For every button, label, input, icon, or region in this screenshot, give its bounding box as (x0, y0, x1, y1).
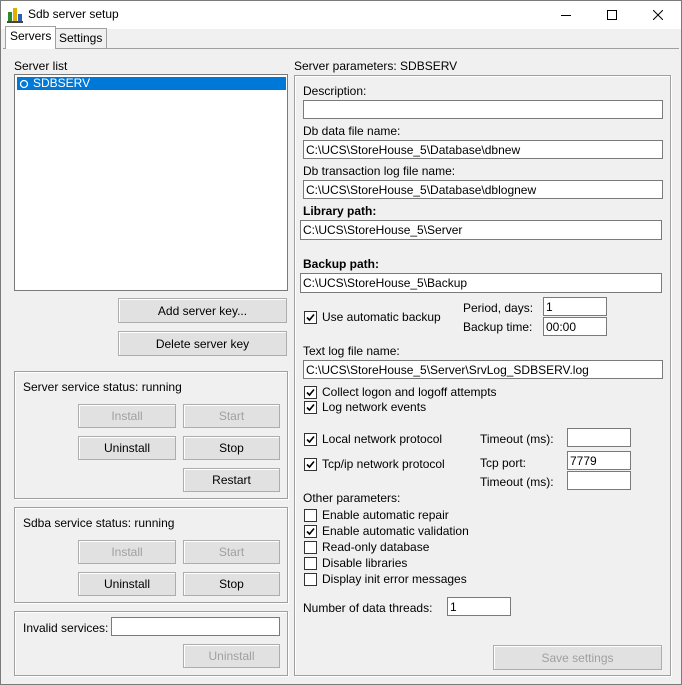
tcp-port-input[interactable] (567, 451, 631, 470)
text-log-file-label: Text log file name: (303, 344, 400, 358)
tcp-protocol-checkbox[interactable] (304, 458, 317, 471)
checkmark-icon (306, 527, 315, 536)
text-log-file-input[interactable] (303, 360, 663, 379)
checkmark-icon (306, 403, 315, 412)
collect-logon-checkbox[interactable] (304, 386, 317, 399)
description-label: Description: (303, 84, 367, 98)
server-parameters-title: Server parameters: SDBSERV (294, 59, 458, 73)
delete-server-key-button[interactable]: Delete server key (118, 331, 287, 356)
server-service-status: Server service status: running (23, 380, 182, 394)
invalid-services-label: Invalid services: (23, 621, 109, 635)
tab-servers[interactable]: Servers (5, 26, 57, 49)
readonly-db-label: Read-only database (322, 540, 430, 554)
checkmark-icon (306, 435, 315, 444)
auto-backup-checkbox[interactable] (304, 311, 317, 324)
disable-libraries-checkbox[interactable] (304, 557, 317, 570)
db-log-file-label: Db transaction log file name: (303, 164, 456, 178)
sdba-start-button[interactable]: Start (183, 540, 280, 564)
init-errors-checkbox[interactable] (304, 573, 317, 586)
setup-window: Sdb server setup Servers Settings Server… (0, 0, 682, 685)
list-item[interactable]: SDBSERV (17, 77, 286, 90)
tcp-port-label: Tcp port: (480, 456, 527, 470)
auto-validation-checkbox[interactable] (304, 525, 317, 538)
title-bar[interactable]: Sdb server setup (1, 1, 681, 29)
log-network-label: Log network events (322, 400, 427, 414)
maximize-button[interactable] (589, 1, 635, 29)
sdba-service-status: Sdba service status: running (23, 516, 175, 530)
backup-time-input[interactable] (543, 317, 607, 336)
tcp-timeout-input[interactable] (567, 471, 631, 490)
server-uninstall-button[interactable]: Uninstall (78, 436, 176, 460)
sdba-install-button[interactable]: Install (78, 540, 176, 564)
server-list-label: Server list (14, 59, 68, 73)
close-icon (653, 10, 663, 20)
period-days-input[interactable] (543, 297, 607, 316)
auto-repair-checkbox[interactable] (304, 509, 317, 522)
library-path-label: Library path: (303, 204, 377, 218)
save-settings-button[interactable]: Save settings (493, 645, 662, 670)
other-parameters-label: Other parameters: (303, 491, 401, 505)
db-data-file-input[interactable] (303, 140, 663, 159)
auto-repair-label: Enable automatic repair (322, 508, 449, 522)
tab-panel-border (3, 48, 679, 49)
close-button[interactable] (635, 1, 681, 29)
local-timeout-input[interactable] (567, 428, 631, 447)
db-log-file-input[interactable] (303, 180, 663, 199)
server-restart-button[interactable]: Restart (183, 468, 280, 492)
checkmark-icon (306, 313, 315, 322)
invalid-services-input[interactable] (111, 617, 280, 636)
checkmark-icon (306, 460, 315, 469)
server-install-button[interactable]: Install (78, 404, 176, 428)
server-icon (19, 79, 29, 89)
log-network-checkbox[interactable] (304, 401, 317, 414)
local-protocol-label: Local network protocol (322, 432, 443, 446)
add-server-key-button[interactable]: Add server key... (118, 298, 287, 323)
invalid-uninstall-button[interactable]: Uninstall (183, 644, 280, 668)
local-protocol-checkbox[interactable] (304, 433, 317, 446)
backup-path-input[interactable] (300, 273, 662, 293)
collect-logon-label: Collect logon and logoff attempts (322, 385, 497, 399)
sdba-stop-button[interactable]: Stop (183, 572, 280, 596)
maximize-icon (607, 10, 617, 20)
minimize-button[interactable] (543, 1, 589, 29)
auto-validation-label: Enable automatic validation (322, 524, 469, 538)
description-input[interactable] (303, 100, 663, 119)
backup-path-label: Backup path: (303, 257, 380, 271)
local-timeout-label: Timeout (ms): (480, 432, 554, 446)
minimize-icon (561, 15, 571, 16)
readonly-db-checkbox[interactable] (304, 541, 317, 554)
period-days-label: Period, days: (463, 301, 534, 315)
tcp-timeout-label: Timeout (ms): (480, 475, 554, 489)
disable-libraries-label: Disable libraries (322, 556, 408, 570)
window-title: Sdb server setup (28, 7, 119, 21)
server-item-name: SDBSERV (33, 76, 91, 90)
server-start-button[interactable]: Start (183, 404, 280, 428)
auto-backup-label: Use automatic backup (322, 310, 441, 324)
server-list[interactable]: SDBSERV (14, 74, 288, 291)
data-threads-input[interactable] (447, 597, 511, 616)
db-data-file-label: Db data file name: (303, 124, 401, 138)
sdba-uninstall-button[interactable]: Uninstall (78, 572, 176, 596)
checkmark-icon (306, 388, 315, 397)
library-path-input[interactable] (300, 220, 662, 240)
server-stop-button[interactable]: Stop (183, 436, 280, 460)
init-errors-label: Display init error messages (322, 572, 467, 586)
tab-settings[interactable]: Settings (54, 28, 108, 49)
data-threads-label: Number of data threads: (303, 601, 433, 615)
database-server-icon (7, 7, 23, 23)
backup-time-label: Backup time: (463, 320, 533, 334)
tcp-protocol-label: Tcp/ip network protocol (322, 457, 445, 471)
